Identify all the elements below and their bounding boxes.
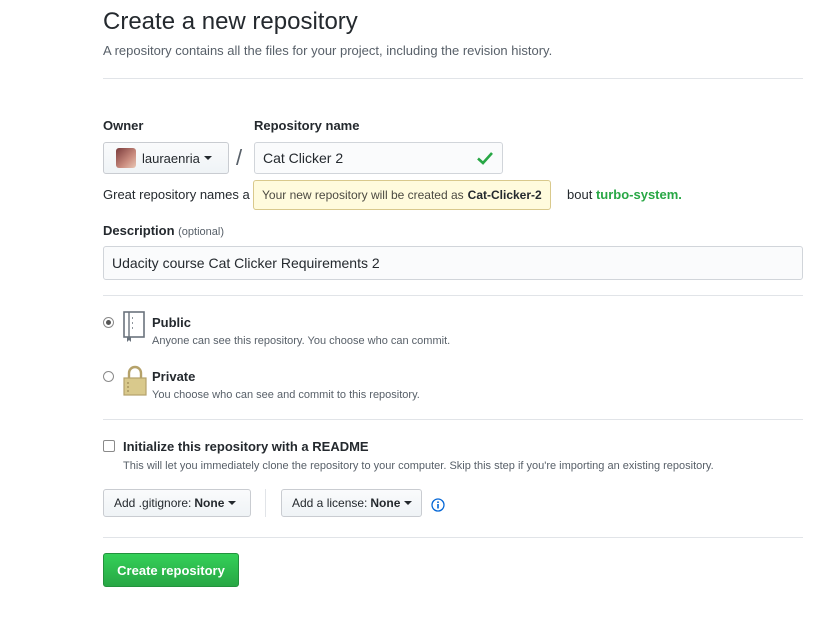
gitignore-dropdown[interactable]: Add .gitignore: None: [103, 489, 251, 517]
repo-name-hint: Great repository names a: [103, 187, 250, 202]
repo-name-hint-suffix: bout turbo-system.: [567, 187, 682, 202]
repo-name-input[interactable]: Cat Clicker 2: [254, 142, 503, 174]
readme-desc: This will let you immediately clone the …: [123, 460, 714, 472]
chevron-down-icon: [203, 156, 212, 160]
divider: [103, 537, 803, 538]
description-value: Udacity course Cat Clicker Requirements …: [112, 255, 380, 271]
description-input[interactable]: Udacity course Cat Clicker Requirements …: [103, 246, 803, 280]
readme-title: Initialize this repository with a README: [123, 439, 369, 454]
private-desc: You choose who can see and commit to thi…: [152, 389, 420, 401]
public-desc: Anyone can see this repository. You choo…: [152, 335, 451, 347]
page-subtitle: A repository contains all the files for …: [103, 43, 553, 58]
tooltip-repo-name: Cat-Clicker-2: [467, 188, 542, 202]
repo-name-tooltip: Your new repository will be created as C…: [253, 180, 551, 210]
owner-label: Owner: [103, 118, 144, 133]
repo-name-label: Repository name: [254, 118, 360, 133]
owner-dropdown[interactable]: lauraenria: [103, 142, 229, 174]
public-title: Public: [152, 315, 192, 330]
divider: [103, 419, 803, 420]
create-repository-button[interactable]: Create repository: [103, 553, 239, 587]
divider: [103, 78, 803, 79]
check-icon: [477, 151, 493, 168]
owner-name: lauraenria: [142, 150, 200, 166]
license-dropdown[interactable]: Add a license: None: [281, 489, 422, 517]
chevron-down-icon: [228, 501, 237, 505]
lock-icon: [122, 364, 148, 401]
repo-name-value: Cat Clicker 2: [263, 150, 344, 166]
divider: [103, 295, 803, 296]
readme-checkbox[interactable]: [103, 440, 115, 452]
page-title: Create a new repository: [103, 8, 358, 35]
suggested-name-link[interactable]: turbo-system.: [596, 187, 682, 202]
private-radio[interactable]: [103, 371, 114, 382]
private-title: Private: [152, 369, 196, 384]
book-icon: [122, 311, 146, 348]
vertical-divider: [265, 489, 266, 517]
owner-repo-separator: /: [236, 145, 243, 170]
avatar: [116, 148, 136, 168]
chevron-down-icon: [404, 501, 413, 505]
description-label: Description (optional): [103, 223, 224, 238]
public-radio[interactable]: [103, 317, 114, 328]
info-icon[interactable]: [431, 498, 445, 517]
